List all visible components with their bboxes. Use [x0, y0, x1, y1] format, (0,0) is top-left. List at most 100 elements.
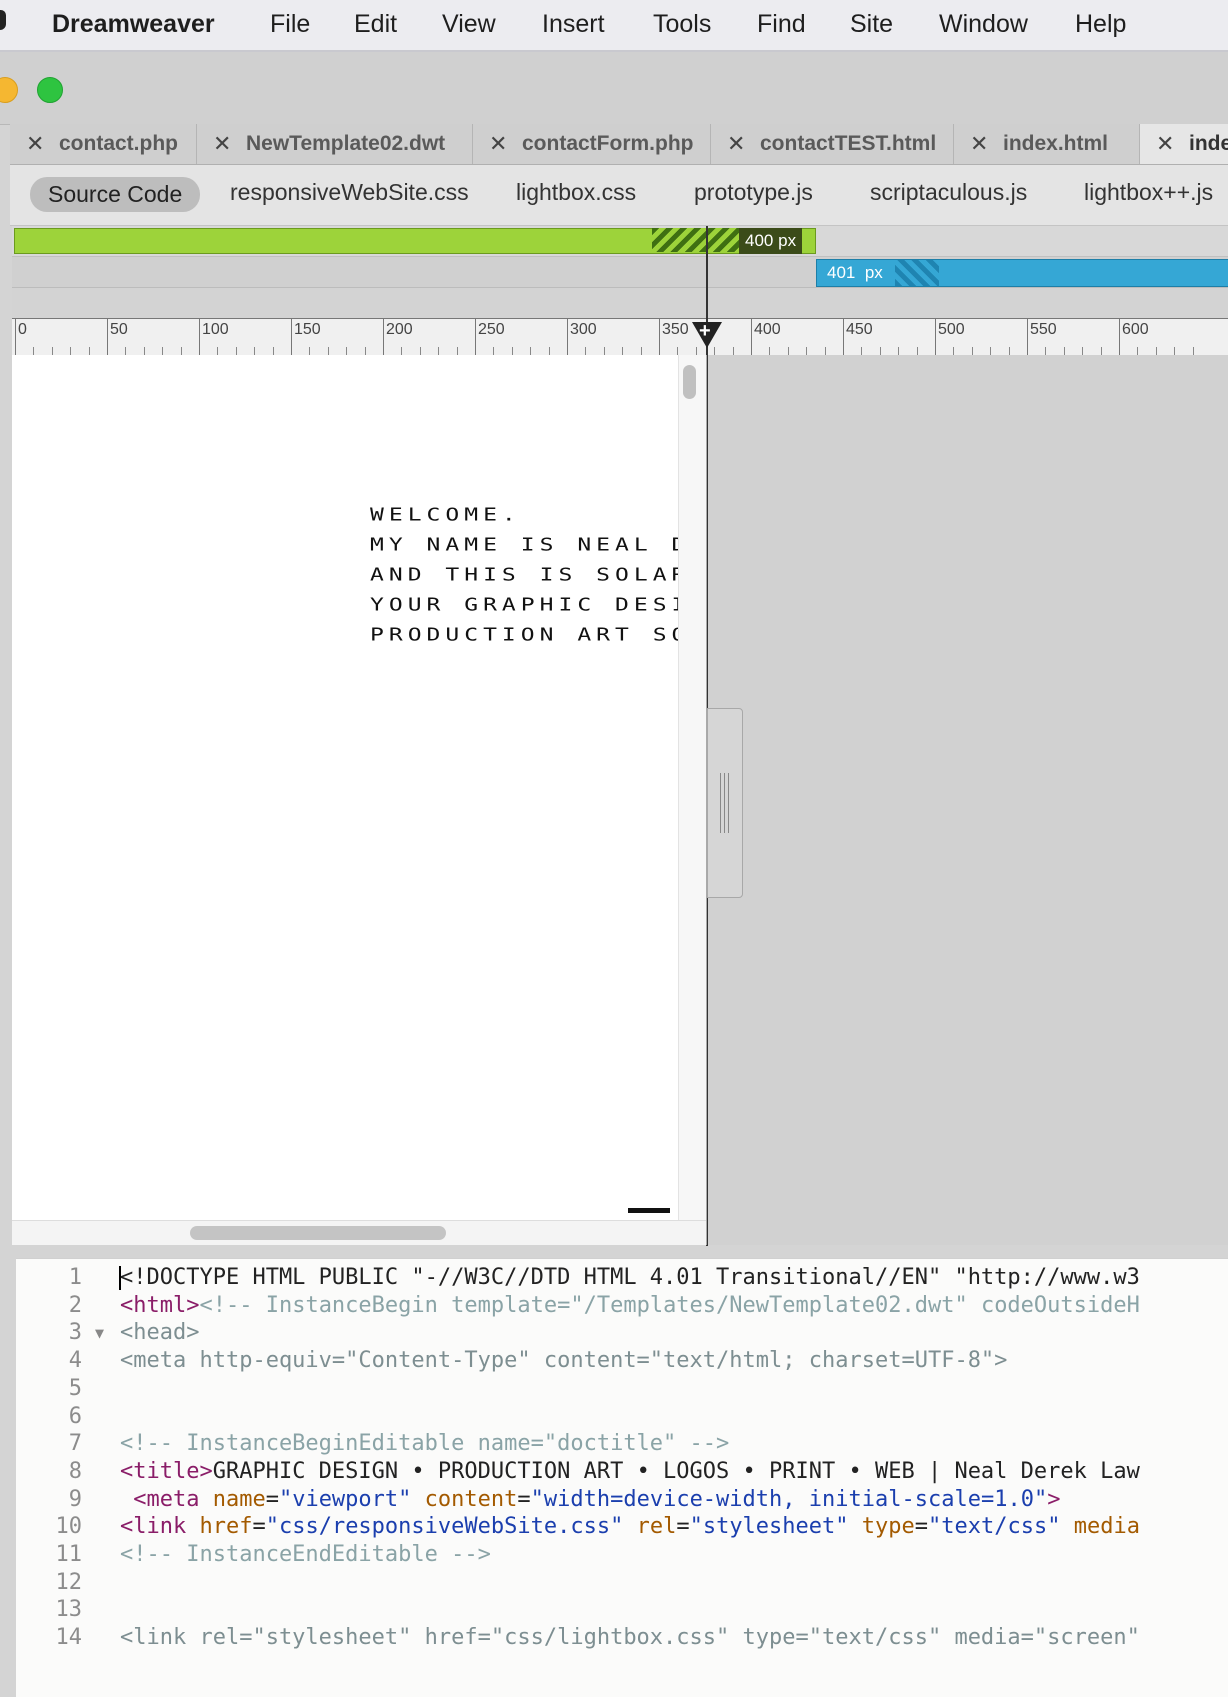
live-text-line: PRODUCTION ART SOL [370, 625, 678, 646]
ruler-minor-tick [143, 347, 145, 355]
tab-contactform-php[interactable]: ✕ contactForm.php [473, 124, 711, 164]
line-number: 12 [55, 1569, 83, 1595]
line-number: 9 [68, 1486, 82, 1512]
zoom-button[interactable] [37, 77, 63, 103]
ruler-minor-tick [1082, 347, 1084, 355]
ruler-tick-label: 350 [662, 321, 689, 338]
code-text: <link href="css/responsiveWebSite.css" r… [120, 1514, 1140, 1540]
tab-index-html[interactable]: ✕ index.html [954, 124, 1140, 164]
min-width-query-bar[interactable]: 401 px [816, 259, 1228, 287]
code-line[interactable]: 7 <!-- InstanceBeginEditable name="doctit… [16, 1429, 1228, 1459]
ruler-minor-tick [272, 347, 274, 355]
line-number: 3 [68, 1320, 82, 1346]
ruler-minor-tick [603, 347, 605, 355]
code-line[interactable]: 2 <html><!-- InstanceBegin template="/Tem… [16, 1291, 1228, 1321]
live-text-line: YOUR GRAPHIC DESIG [370, 595, 678, 616]
menu-help[interactable]: Help [1075, 10, 1126, 39]
chevron-right-icon [895, 260, 939, 286]
menu-find[interactable]: Find [757, 10, 806, 39]
close-tab-icon[interactable]: ✕ [1156, 124, 1174, 164]
close-tab-icon[interactable]: ✕ [489, 124, 507, 164]
ruler-minor-tick [530, 347, 532, 355]
live-view-content: WELCOME. MY NAME IS NEAL DE AND THIS IS … [12, 355, 678, 1220]
code-line[interactable]: 11 <!-- InstanceEndEditable --> [16, 1540, 1228, 1570]
tab-index-active[interactable]: ✕ index [1140, 124, 1228, 164]
ruler-minor-tick [1174, 347, 1176, 355]
code-line[interactable]: 6 [16, 1402, 1228, 1432]
related-file-responsivewebsite-css[interactable]: responsiveWebSite.css [230, 179, 469, 206]
grip-icon [720, 773, 730, 833]
ruler-minor-tick [125, 347, 127, 355]
ruler-tick-label: 200 [386, 321, 413, 338]
code-text: <!DOCTYPE HTML PUBLIC "-//W3C//DTD HTML … [120, 1265, 1140, 1290]
ruler-minor-tick [1137, 347, 1139, 355]
code-line[interactable]: 4 <meta http-equiv="Content-Type" content… [16, 1346, 1228, 1376]
tab-label: contactTEST.html [760, 132, 937, 155]
ruler-major-tick [383, 319, 384, 355]
related-file-scriptaculous-js[interactable]: scriptaculous.js [870, 179, 1027, 206]
chevron-left-icon [652, 228, 744, 252]
ruler-minor-tick [217, 347, 219, 355]
tab-contacttest-html[interactable]: ✕ contactTEST.html [711, 124, 954, 164]
ruler-tick-label: 500 [938, 321, 965, 338]
fold-triangle-icon[interactable]: ▼ [95, 1318, 104, 1348]
menu-insert[interactable]: Insert [542, 10, 605, 39]
min-width-label: 401 px [827, 260, 883, 286]
ruler-minor-tick [585, 347, 587, 355]
ruler-major-tick [567, 319, 568, 355]
code-line[interactable]: 8 <title>GRAPHIC DESIGN • PRODUCTION ART … [16, 1457, 1228, 1487]
vertical-scrollbar[interactable] [678, 355, 706, 1220]
ruler-minor-tick [548, 347, 550, 355]
tab-contact-php[interactable]: ✕ contact.php [10, 124, 197, 164]
code-line[interactable]: 14 <link rel="stylesheet" href="css/light… [16, 1623, 1228, 1653]
ruler-minor-tick [824, 347, 826, 355]
ruler-minor-tick [180, 347, 182, 355]
ruler-minor-tick [1063, 347, 1065, 355]
code-line[interactable]: 9 <meta name="viewport" content="width=d… [16, 1485, 1228, 1515]
ruler-minor-tick [162, 347, 164, 355]
related-file-lightbox-js[interactable]: lightbox++.js [1084, 179, 1213, 206]
apple-icon[interactable] [0, 10, 6, 30]
app-name-menu[interactable]: Dreamweaver [52, 10, 215, 39]
code-line[interactable]: 1 <!DOCTYPE HTML PUBLIC "-//W3C//DTD HTML… [16, 1263, 1228, 1293]
ruler-major-tick [935, 319, 936, 355]
menu-tools[interactable]: Tools [653, 10, 711, 39]
menu-file[interactable]: File [270, 10, 310, 39]
min-width-value: 401 [827, 263, 856, 282]
ruler-minor-tick [493, 347, 495, 355]
menu-view[interactable]: View [442, 10, 496, 39]
related-file-lightbox-css[interactable]: lightbox.css [516, 179, 636, 206]
horizontal-scroll-thumb[interactable] [190, 1226, 446, 1240]
close-tab-icon[interactable]: ✕ [26, 124, 44, 164]
menu-site[interactable]: Site [850, 10, 893, 39]
close-tab-icon[interactable]: ✕ [970, 124, 988, 164]
code-line[interactable]: 10 <link href="css/responsiveWebSite.css"… [16, 1512, 1228, 1542]
close-tab-icon[interactable]: ✕ [727, 124, 745, 164]
code-line[interactable]: 13 [16, 1595, 1228, 1625]
ruler-minor-tick [364, 347, 366, 355]
ruler-major-tick [659, 319, 660, 355]
tab-label: contactForm.php [522, 132, 694, 155]
ruler-minor-tick [990, 347, 992, 355]
related-file-prototype-js[interactable]: prototype.js [694, 179, 813, 206]
code-text: <html><!-- InstanceBegin template="/Temp… [120, 1292, 1140, 1318]
ruler-minor-tick [70, 347, 72, 355]
line-number: 8 [68, 1458, 82, 1484]
menu-window[interactable]: Window [939, 10, 1028, 39]
ruler-minor-tick [1008, 347, 1010, 355]
viewport-resize-handle[interactable] [707, 708, 743, 898]
ruler-major-tick [1027, 319, 1028, 355]
code-line[interactable]: 5 [16, 1374, 1228, 1404]
ruler-minor-tick [953, 347, 955, 355]
horizontal-ruler[interactable]: 0 50 100 150 200 250 300 350 400 450 500 550 600 [12, 318, 1228, 356]
vertical-scroll-thumb[interactable] [683, 365, 696, 399]
code-line[interactable]: 12 [16, 1568, 1228, 1598]
close-tab-icon[interactable]: ✕ [213, 124, 231, 164]
code-view-pane[interactable]: 1 <!DOCTYPE HTML PUBLIC "-//W3C//DTD HTML… [16, 1258, 1228, 1697]
ruler-minor-tick [806, 347, 808, 355]
source-code-button[interactable]: Source Code [30, 177, 201, 212]
code-line[interactable]: 3 ▼ <head> [16, 1318, 1228, 1348]
ruler-tick-label: 150 [294, 321, 321, 338]
tab-newtemplate02-dwt[interactable]: ✕ NewTemplate02.dwt [197, 124, 473, 164]
menu-edit[interactable]: Edit [354, 10, 397, 39]
